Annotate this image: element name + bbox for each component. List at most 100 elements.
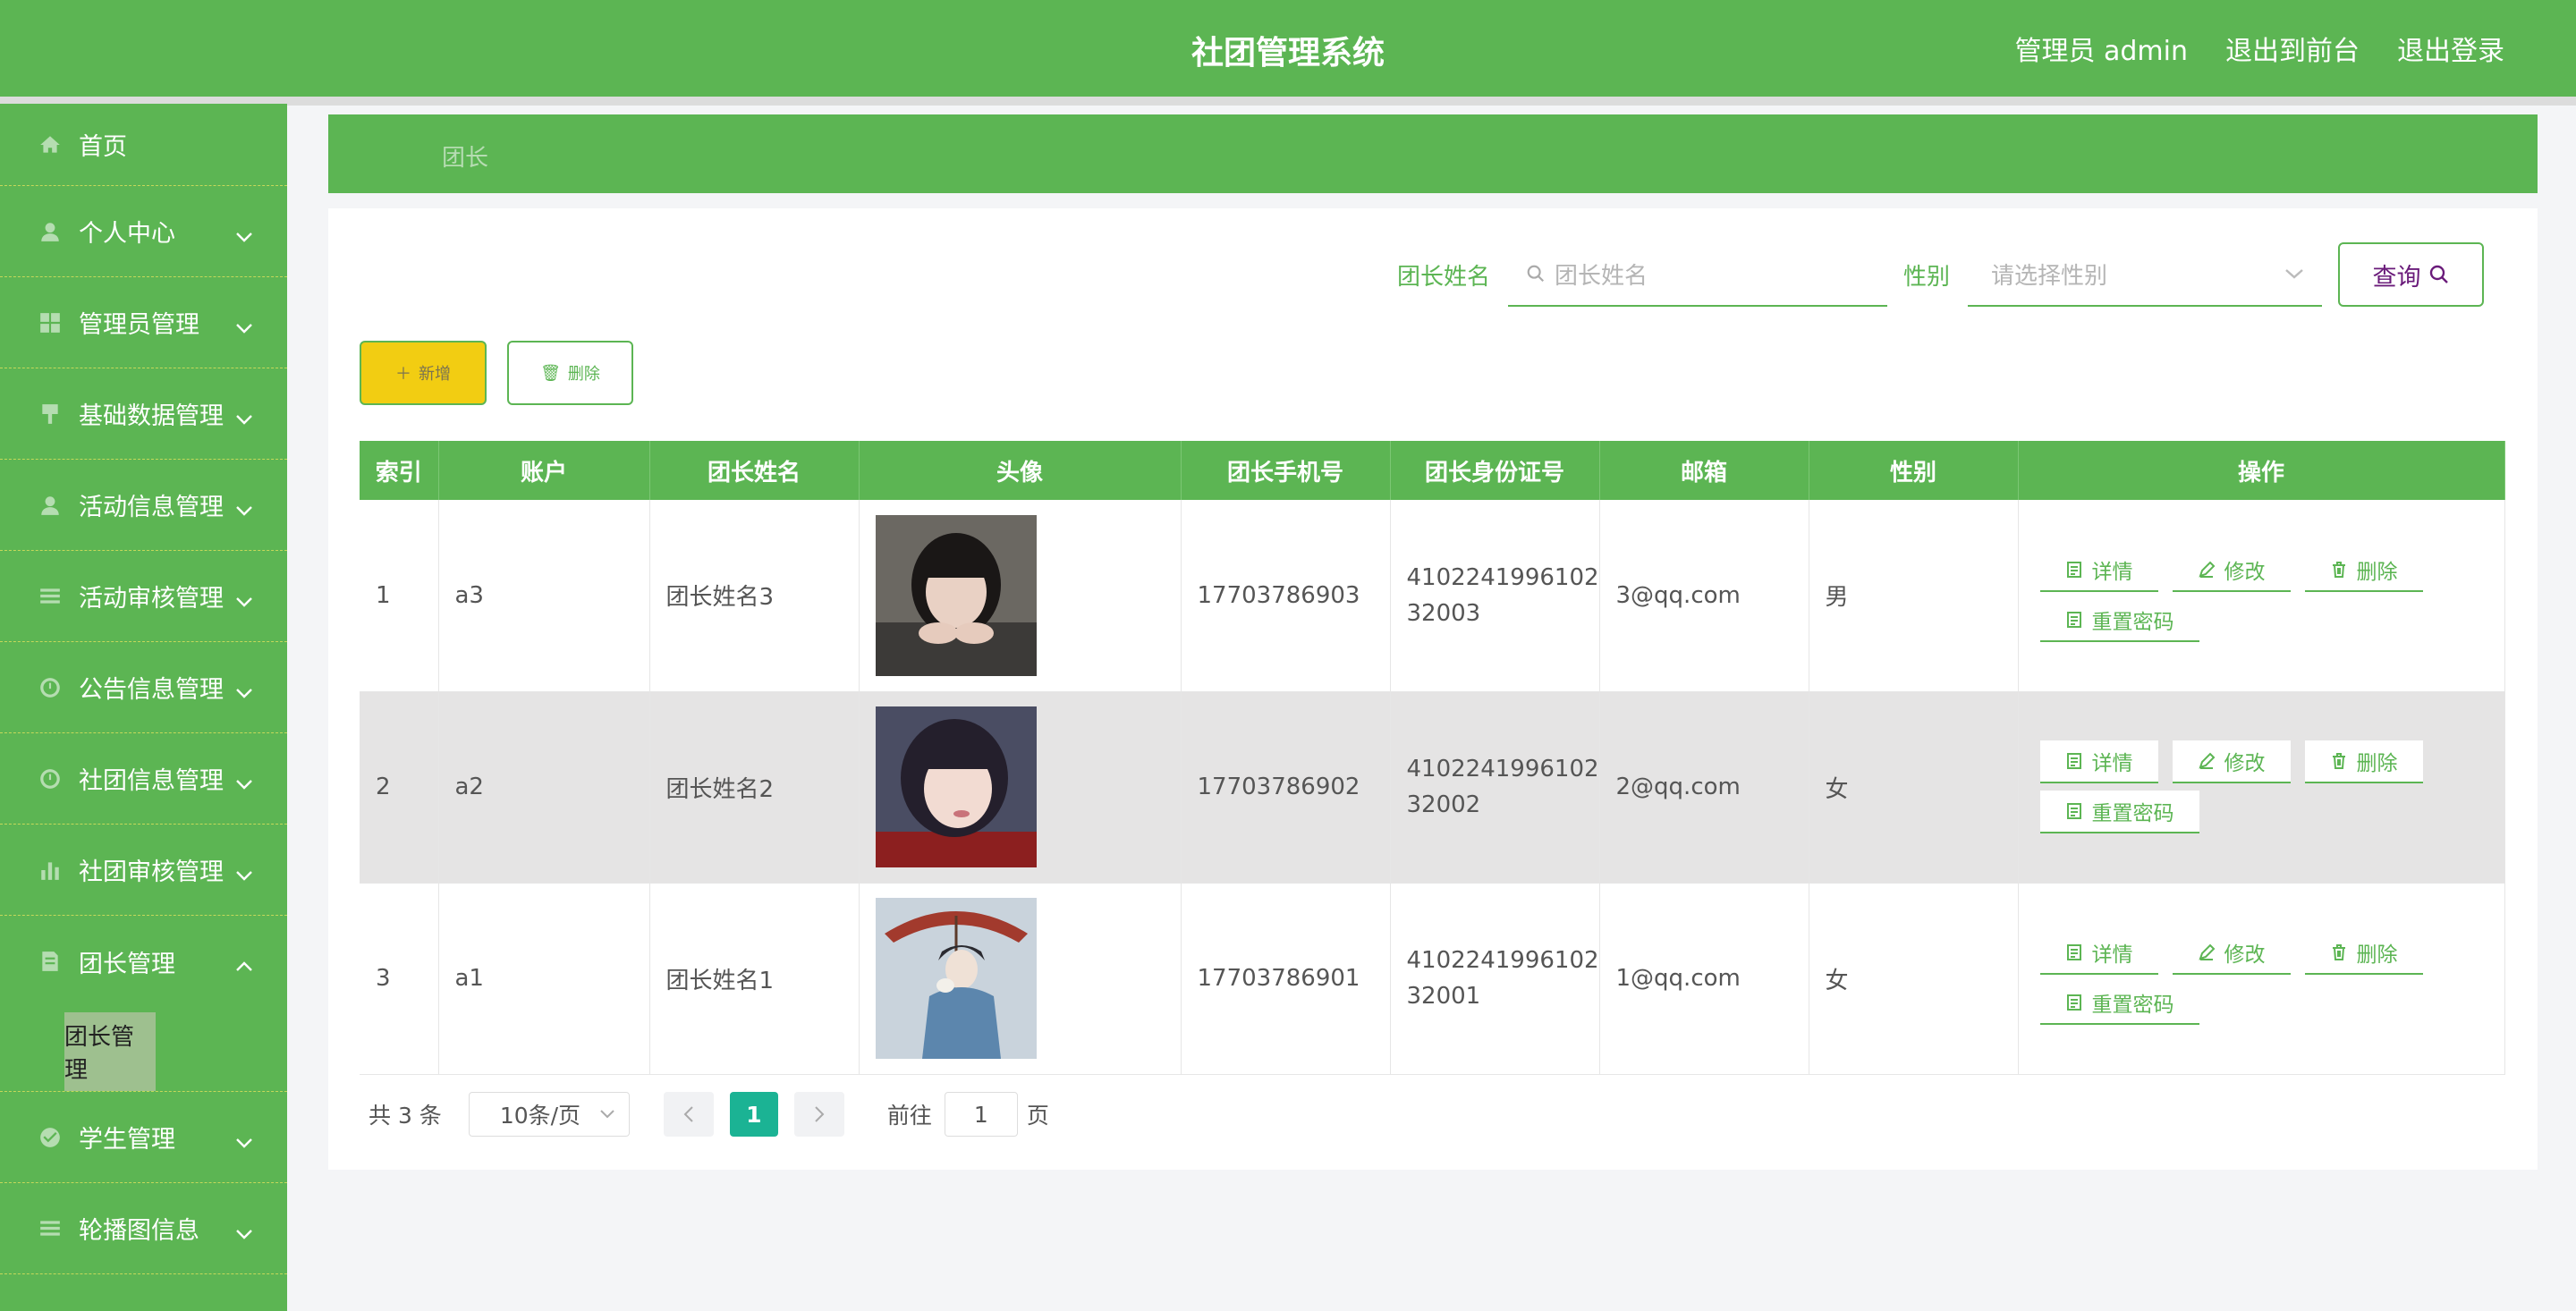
leader-submenu: 团长管理 <box>0 1007 287 1092</box>
page-size-value: 10条/页 <box>499 1103 581 1129</box>
document-icon <box>2066 944 2081 960</box>
chevron-down-icon <box>235 1128 253 1148</box>
gender-label: 性别 <box>1902 263 1950 291</box>
sidebar-item-club-review[interactable]: 社团审核管理 <box>0 825 287 916</box>
sidebar-item-activity-review[interactable]: 活动审核管理 <box>0 551 287 642</box>
query-button-label: 查询 <box>2372 263 2421 292</box>
leader-name-placeholder: 团长姓名 <box>1554 262 1648 290</box>
table-row: 3 a1 团长姓名1 17703786901 4102241996102 320… <box>360 883 2505 1075</box>
cell-index: 1 <box>360 500 439 692</box>
delete-button[interactable]: 删除 <box>2304 548 2423 592</box>
add-button[interactable]: ＋ 新增 <box>360 341 487 405</box>
submenu-item-leader-management[interactable]: 团长管理 <box>64 1012 156 1091</box>
logout-link[interactable]: 退出登录 <box>2397 29 2504 68</box>
sidebar-item-label: 个人中心 <box>79 220 175 248</box>
edit-button-label: 修改 <box>2224 752 2266 775</box>
doc-icon <box>38 949 63 974</box>
sidebar-item-carousel-info[interactable]: 轮播图信息 <box>0 1183 287 1274</box>
cell-id-number: 4102241996102 32003 <box>1390 500 1600 692</box>
query-button[interactable]: 查询 <box>2338 242 2484 307</box>
cell-index: 3 <box>360 883 439 1075</box>
breadcrumb-current[interactable]: 团长 <box>442 140 488 173</box>
sidebar-item-home[interactable]: 首页 <box>0 104 287 186</box>
chevron-down-icon <box>235 1219 253 1239</box>
id-number-part2: 32002 <box>1406 791 1481 818</box>
exit-to-front-link[interactable]: 退出到前台 <box>2225 29 2360 68</box>
delete-button[interactable]: 删除 <box>2304 932 2423 975</box>
cell-id-number: 4102241996102 32001 <box>1390 883 1600 1075</box>
sidebar-item-activity-info[interactable]: 活动信息管理 <box>0 460 287 551</box>
cell-index: 2 <box>360 691 439 884</box>
grid-icon <box>38 310 63 335</box>
prev-page-button[interactable] <box>663 1092 714 1137</box>
top-header: 社团管理系统 管理员 admin 退出到前台 退出登录 <box>0 0 2576 97</box>
cell-avatar <box>859 500 1182 692</box>
avatar[interactable] <box>875 514 1037 676</box>
delete-button-label: 删除 <box>567 365 600 384</box>
goto-label: 前往 <box>886 1103 932 1129</box>
id-number-part1: 4102241996102 <box>1406 563 1599 591</box>
sidebar-item-club-info[interactable]: 社团信息管理 <box>0 733 287 825</box>
page-number-current[interactable]: 1 <box>729 1092 778 1137</box>
trash-icon <box>2332 944 2345 960</box>
reset-password-label: 重置密码 <box>2091 994 2174 1017</box>
reset-password-button[interactable]: 重置密码 <box>2039 982 2199 1025</box>
sidebar-item-label: 学生管理 <box>79 1126 175 1154</box>
avatar[interactable] <box>875 898 1037 1059</box>
current-user-label: 管理员 admin <box>2014 36 2188 67</box>
edit-icon <box>2198 943 2215 960</box>
edit-button[interactable]: 修改 <box>2172 548 2291 592</box>
gender-select[interactable]: 请选择性别 <box>1968 242 2322 307</box>
table-row: 1 a3 团长姓名3 17703786903 4102241996102 320… <box>360 500 2505 692</box>
sidebar-item-label: 社团审核管理 <box>79 858 224 886</box>
leader-table: 索引 账户 团长姓名 头像 团长手机号 团长身份证号 邮箱 性别 操作 1 a3… <box>360 441 2505 1075</box>
user-icon <box>38 219 63 244</box>
sidebar-item-basic-data[interactable]: 基础数据管理 <box>0 368 287 460</box>
search-icon <box>1527 265 1545 283</box>
reset-password-button[interactable]: 重置密码 <box>2039 598 2199 642</box>
total-count: 共 3 条 <box>369 1103 442 1129</box>
edit-button-label: 修改 <box>2224 560 2266 584</box>
sidebar-item-admin-management[interactable]: 管理员管理 <box>0 277 287 368</box>
next-page-button[interactable] <box>793 1092 844 1137</box>
sidebar-item-label: 活动信息管理 <box>79 494 224 521</box>
trash-icon <box>2332 753 2345 769</box>
goto-page-input[interactable]: 1 <box>944 1092 1018 1137</box>
document-icon <box>2066 753 2081 769</box>
delete-button[interactable]: 删除 <box>2304 740 2423 783</box>
breadcrumb: 团长 <box>328 114 2538 193</box>
chevron-down-icon <box>235 860 253 881</box>
sidebar-item-personal-center[interactable]: 个人中心 <box>0 186 287 277</box>
app-root: 社团管理系统 管理员 admin 退出到前台 退出登录 首页 个人中心 管理员管… <box>0 0 2576 1311</box>
column-header: 头像 <box>859 441 1182 500</box>
sidebar-item-leader-management[interactable]: 团长管理 <box>0 916 287 1007</box>
trash-icon <box>2332 561 2345 578</box>
detail-button[interactable]: 详情 <box>2039 740 2158 783</box>
list-icon <box>38 1216 63 1241</box>
document-icon <box>2066 803 2081 819</box>
table-header-row: 索引 账户 团长姓名 头像 团长手机号 团长身份证号 邮箱 性别 操作 <box>360 441 2505 500</box>
cell-id-number: 4102241996102 32002 <box>1390 691 1600 884</box>
chevron-down-icon <box>600 1110 614 1119</box>
batch-delete-button[interactable]: 🗑 删除 <box>507 341 633 405</box>
user-icon <box>38 493 63 518</box>
sidebar-item-label: 轮播图信息 <box>79 1217 199 1245</box>
sidebar-item-student-management[interactable]: 学生管理 <box>0 1092 287 1183</box>
pagination: 共 3 条 10条/页 1 前往 1 页 <box>369 1092 1049 1137</box>
reset-password-button[interactable]: 重置密码 <box>2039 791 2199 833</box>
detail-button[interactable]: 详情 <box>2039 932 2158 975</box>
column-header: 索引 <box>360 441 439 500</box>
edit-button[interactable]: 修改 <box>2172 740 2291 783</box>
detail-button[interactable]: 详情 <box>2039 548 2158 592</box>
cell-avatar <box>859 883 1182 1075</box>
sidebar-item-notice-info[interactable]: 公告信息管理 <box>0 642 287 733</box>
edit-button[interactable]: 修改 <box>2172 932 2291 975</box>
gender-placeholder: 请选择性别 <box>1991 262 2108 290</box>
chevron-down-icon <box>235 222 253 242</box>
table-row: 2 a2 团长姓名2 17703786902 4102241996102 320… <box>360 691 2505 884</box>
trash-icon: 🗑 <box>540 363 561 383</box>
avatar[interactable] <box>875 706 1037 867</box>
page-size-select[interactable]: 10条/页 <box>468 1092 630 1137</box>
chevron-down-icon <box>235 313 253 334</box>
leader-name-input[interactable]: 团长姓名 <box>1507 242 1887 307</box>
